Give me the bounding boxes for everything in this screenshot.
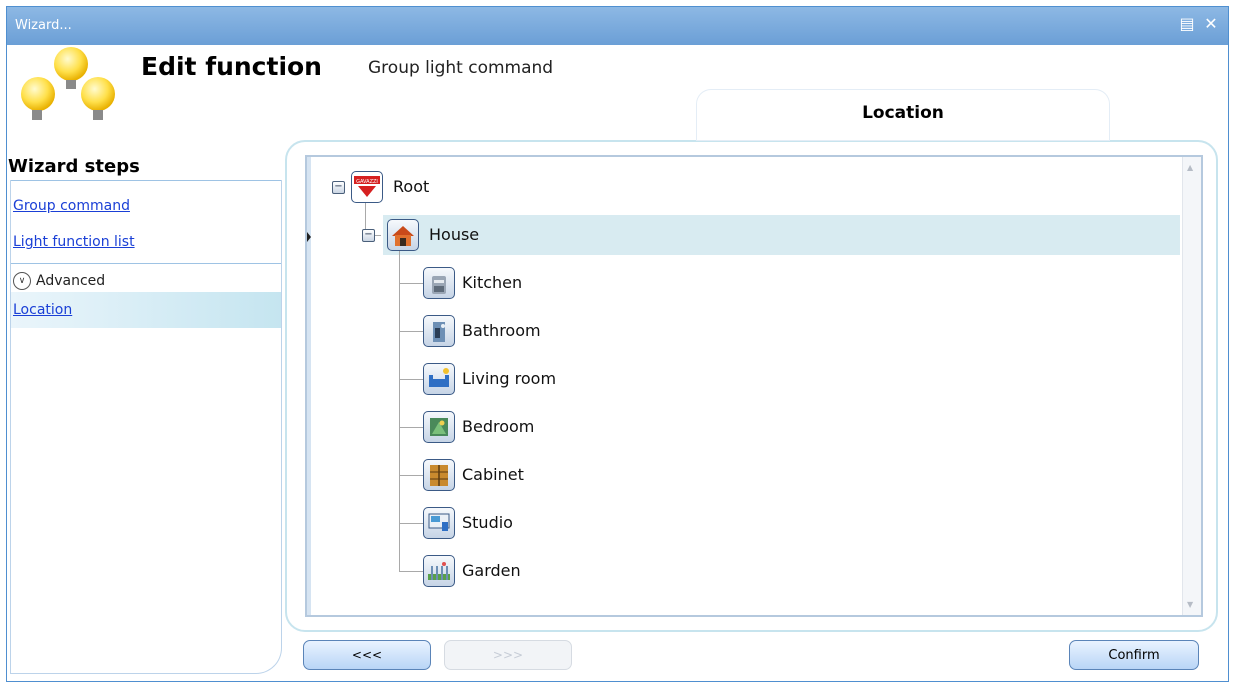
wizard-steps-title: Wizard steps — [8, 156, 140, 177]
location-tree[interactable]: − GAVAZZI Root − House Kitchen Bathroom … — [305, 155, 1203, 617]
tree-gutter — [307, 157, 311, 615]
advanced-label: Advanced — [36, 273, 106, 289]
living-room-icon — [423, 363, 455, 395]
wizard-steps-panel: Group command Light function list ∨ Adva… — [10, 180, 282, 674]
tab-location[interactable]: Location — [697, 90, 1109, 140]
root-collapse-toggle[interactable]: − — [332, 181, 345, 194]
chevron-down-circle-icon: ∨ — [13, 272, 31, 290]
bathroom-icon — [423, 315, 455, 347]
divider — [11, 263, 281, 264]
house-collapse-toggle[interactable]: − — [362, 229, 375, 242]
scroll-down-icon[interactable]: ▼ — [1187, 600, 1193, 609]
tree-node-cabinet[interactable]: Cabinet — [462, 465, 524, 484]
tree-node-root[interactable]: Root — [393, 177, 429, 196]
tree-node-living-room[interactable]: Living room — [462, 369, 556, 388]
step-group-command[interactable]: Group command — [13, 198, 130, 214]
cabinet-icon — [423, 459, 455, 491]
confirm-button[interactable]: Confirm — [1069, 640, 1199, 670]
tree-node-bedroom[interactable]: Bedroom — [462, 417, 534, 436]
tab-location-label: Location — [862, 103, 944, 123]
step-location[interactable]: Location — [13, 302, 72, 318]
tree-node-garden[interactable]: Garden — [462, 561, 521, 580]
studio-icon — [423, 507, 455, 539]
selected-row-highlight — [383, 215, 1180, 255]
title-bar: Wizard... ▤ ✕ — [7, 7, 1228, 45]
advanced-toggle[interactable]: ∨ Advanced — [13, 272, 105, 290]
previous-button[interactable]: <<< — [303, 640, 431, 670]
scroll-up-icon[interactable]: ▲ — [1187, 163, 1193, 172]
house-icon — [387, 219, 419, 251]
carlo-gavazzi-logo-icon: GAVAZZI — [351, 171, 383, 203]
tree-node-studio[interactable]: Studio — [462, 513, 513, 532]
restore-icon[interactable]: ▤ — [1178, 15, 1196, 33]
step-light-function-list[interactable]: Light function list — [13, 234, 135, 250]
tree-scrollbar[interactable]: ▲ ▼ — [1182, 157, 1201, 615]
kitchen-icon — [423, 267, 455, 299]
tree-node-kitchen[interactable]: Kitchen — [462, 273, 522, 292]
close-icon[interactable]: ✕ — [1202, 15, 1220, 33]
current-row-indicator-icon — [307, 232, 311, 242]
garden-icon — [423, 555, 455, 587]
page-subtitle: Group light command — [368, 58, 554, 78]
light-bulbs-icon — [16, 44, 124, 134]
tree-node-bathroom[interactable]: Bathroom — [462, 321, 541, 340]
window-title: Wizard... — [15, 18, 72, 33]
svg-text:GAVAZZI: GAVAZZI — [356, 179, 378, 185]
divider — [11, 180, 281, 181]
page-title: Edit function — [141, 52, 322, 81]
next-button: >>> — [444, 640, 572, 670]
tree-node-house[interactable]: House — [429, 225, 479, 244]
step-location-active[interactable]: Location — [11, 292, 281, 328]
bedroom-icon — [423, 411, 455, 443]
